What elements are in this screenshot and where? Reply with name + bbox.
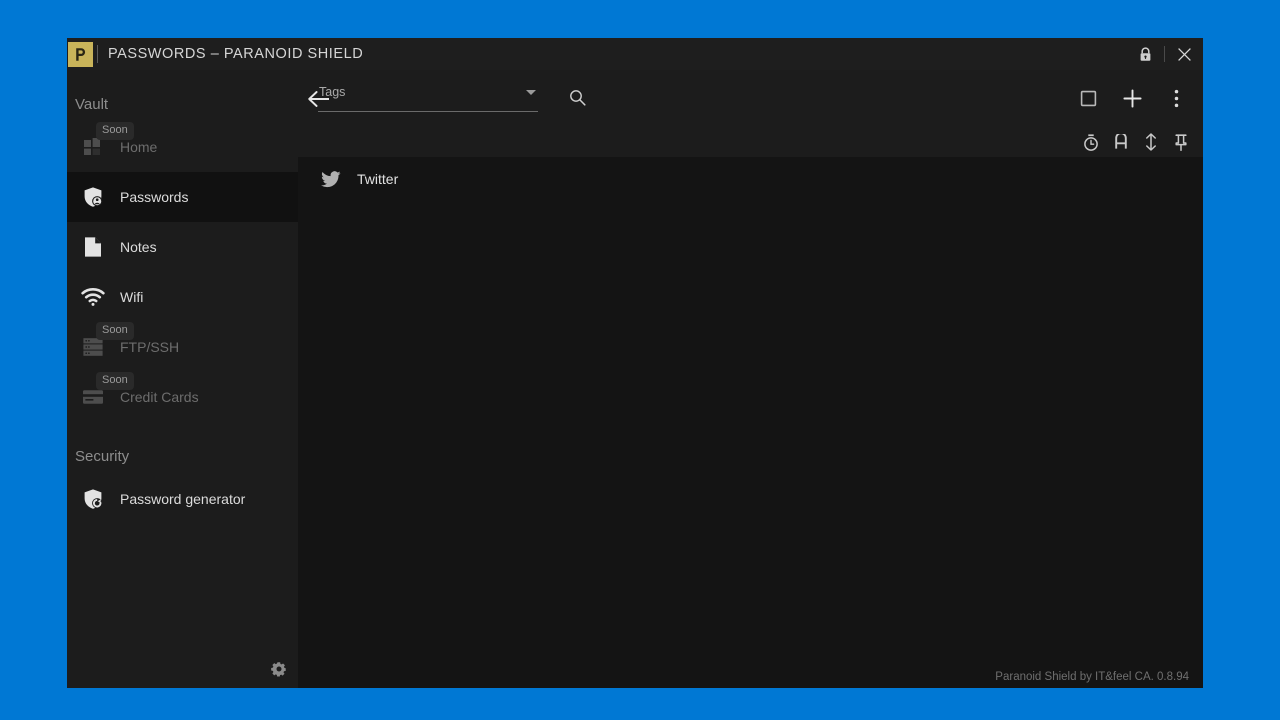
overflow-menu-button[interactable] (1159, 82, 1193, 116)
sidebar-item-label: Password generator (120, 491, 246, 507)
sidebar-item-credit-cards[interactable]: Soon Credit Cards (67, 372, 298, 422)
close-button[interactable] (1165, 38, 1203, 70)
sidebar-item-ftp-ssh[interactable]: Soon FTP/SSH (67, 322, 298, 372)
soon-badge: Soon (96, 122, 134, 140)
sidebar-section-security: Security (75, 448, 130, 465)
sidebar-item-notes[interactable]: Notes (67, 222, 298, 272)
shield-refresh-icon (80, 486, 106, 512)
sidebar-item-label: Home (120, 139, 158, 155)
more-vertical-icon (1174, 89, 1178, 108)
content-toolbar: Tags (298, 70, 1203, 127)
timer-icon (1084, 133, 1098, 151)
settings-button[interactable] (266, 656, 292, 682)
title-bar[interactable]: PASSWORDS – PARANOID SHIELD (67, 38, 1203, 70)
close-icon (1177, 47, 1191, 61)
tags-select[interactable]: Tags (318, 84, 538, 112)
sidebar-item-label: Credit Cards (120, 389, 199, 405)
sidebar-item-wifi[interactable]: Wifi (67, 272, 298, 322)
dashboard-icon: Soon (80, 122, 134, 160)
plus-icon (1122, 89, 1142, 108)
sidebar-item-passwords[interactable]: Passwords (67, 172, 298, 222)
pin-filter-button[interactable] (1169, 130, 1193, 154)
soon-badge: Soon (96, 322, 134, 340)
gear-icon (271, 662, 286, 677)
list-item[interactable]: Twitter (298, 157, 1203, 201)
sidebar-item-label: Notes (120, 239, 157, 255)
lock-button[interactable] (1126, 38, 1164, 70)
sidebar: Vault Soon Home Passwords Notes Wifi Soo… (67, 70, 298, 688)
search-button[interactable] (564, 84, 590, 110)
sort-direction-button[interactable] (1139, 130, 1163, 154)
select-mode-button[interactable] (1071, 82, 1105, 116)
sort-alphabetical-button[interactable] (1109, 130, 1133, 154)
note-icon (80, 234, 106, 260)
twitter-icon (320, 168, 342, 190)
list-item-label: Twitter (357, 171, 399, 187)
sidebar-item-label: Passwords (120, 189, 189, 205)
sidebar-section-vault: Vault (75, 96, 109, 113)
updown-arrows-icon (1146, 133, 1156, 151)
password-list[interactable]: Twitter (298, 157, 1203, 666)
sort-by-recent-button[interactable] (1079, 130, 1103, 154)
tags-filter[interactable]: Tags (318, 84, 538, 112)
add-entry-button[interactable] (1115, 82, 1149, 116)
toolbar-actions (1071, 70, 1193, 127)
sidebar-item-home[interactable]: Soon Home (67, 122, 298, 172)
status-bar: Paranoid Shield by IT&feel CA. 0.8.94 (298, 666, 1203, 688)
tags-placeholder: Tags (319, 85, 346, 99)
version-text: Paranoid Shield by IT&feel CA. 0.8.94 (995, 671, 1189, 683)
chevron-down-icon (526, 90, 536, 95)
letter-a-icon (1115, 134, 1127, 149)
main-panel: Tags Twitter Paranoid Shield by IT&feel … (298, 70, 1203, 688)
credit-card-icon: Soon (80, 372, 134, 410)
wifi-icon (80, 284, 106, 310)
soon-badge: Soon (96, 372, 134, 390)
lock-icon (1140, 46, 1150, 61)
window-controls (1126, 38, 1203, 70)
sort-toolbar (298, 127, 1203, 157)
sidebar-item-password-generator[interactable]: Password generator (67, 474, 298, 524)
title-separator (97, 45, 98, 63)
window-body: Vault Soon Home Passwords Notes Wifi Soo… (67, 70, 1203, 688)
app-window: PASSWORDS – PARANOID SHIELD Vault Soon H… (67, 38, 1203, 688)
window-title: PASSWORDS – PARANOID SHIELD (108, 46, 364, 62)
sidebar-item-label: FTP/SSH (120, 339, 180, 355)
search-icon (569, 89, 586, 106)
pin-icon (1175, 133, 1187, 151)
sidebar-item-label: Wifi (120, 289, 144, 305)
square-icon (1080, 90, 1096, 107)
app-logo-icon (68, 41, 93, 67)
server-icon: Soon (80, 322, 134, 360)
shield-user-icon (80, 184, 106, 210)
